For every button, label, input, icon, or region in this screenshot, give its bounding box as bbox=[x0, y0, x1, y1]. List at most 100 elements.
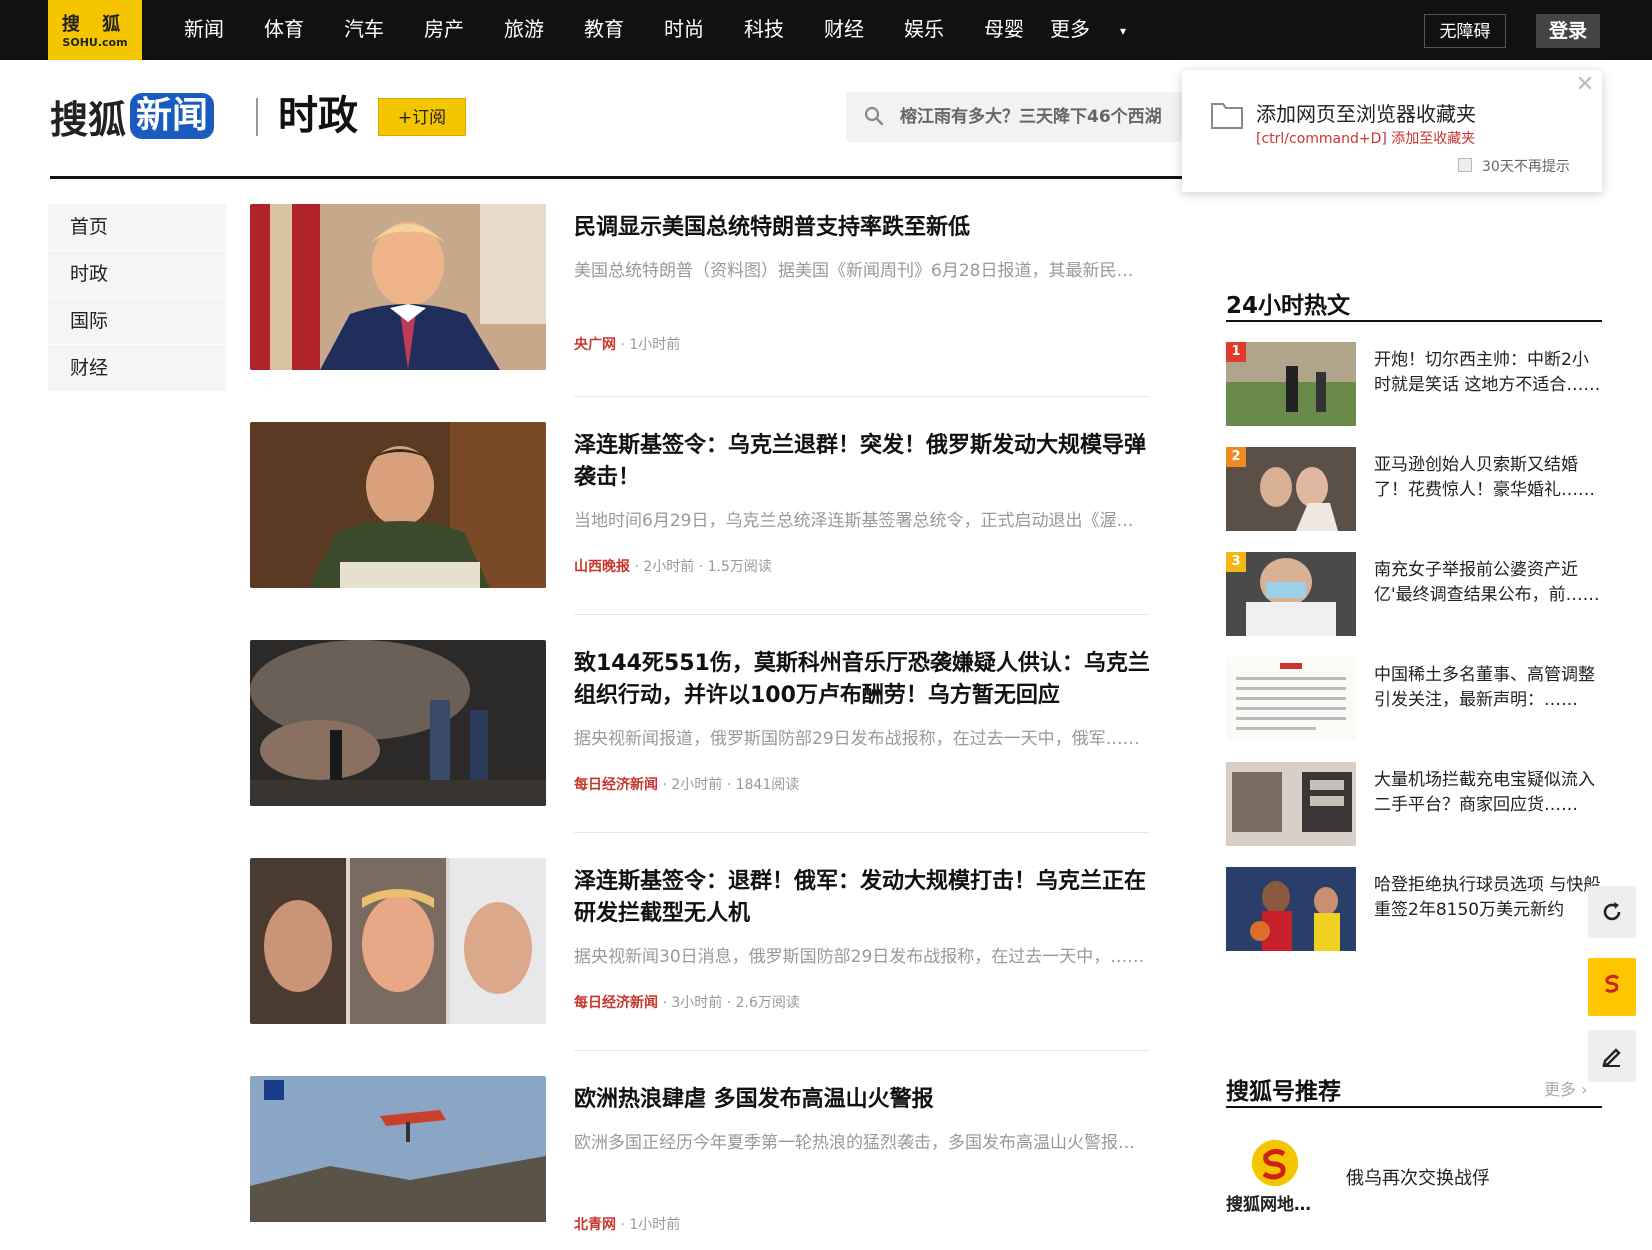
article-meta: 每日经济新闻 · 3小时前 · 2.6万阅读 bbox=[574, 992, 800, 1012]
hot-rank-badge: 1 bbox=[1226, 342, 1246, 362]
sohu-app-button[interactable] bbox=[1588, 958, 1636, 1016]
nav-baby[interactable]: 母婴 bbox=[968, 14, 1040, 44]
sidebar-item-home[interactable]: 首页 bbox=[48, 204, 226, 250]
refresh-button[interactable] bbox=[1588, 886, 1636, 938]
sohu-news-brand[interactable]: 搜狐 新闻 bbox=[50, 90, 215, 142]
hot-articles-rule bbox=[1226, 320, 1602, 322]
folder-icon bbox=[1211, 103, 1243, 129]
close-icon[interactable]: ✕ bbox=[1574, 74, 1596, 96]
nav-sports[interactable]: 体育 bbox=[248, 14, 320, 44]
sidebar-item-finance[interactable]: 财经 bbox=[48, 345, 226, 391]
article-title[interactable]: 民调显示美国总统特朗普支持率跌至新低 bbox=[574, 212, 1150, 244]
article-divider bbox=[574, 614, 1150, 615]
article-source[interactable]: 北青网 bbox=[574, 1217, 616, 1233]
hot-article-title[interactable]: 亚马逊创始人贝索斯又结婚了！花费惊人！豪华婚礼…… bbox=[1374, 453, 1602, 503]
section-sidebar: 首页 时政 国际 财经 bbox=[48, 204, 226, 392]
nav-news[interactable]: 新闻 bbox=[168, 14, 240, 44]
hot-article-thumbnail[interactable] bbox=[1226, 867, 1356, 951]
feedback-button[interactable] bbox=[1588, 1030, 1636, 1082]
hot-article-item: 1 开炮！切尔西主帅：中断2小时就是笑话 这地方不适合…… bbox=[1226, 342, 1602, 428]
article-source[interactable]: 央广网 bbox=[574, 337, 616, 353]
nav-auto[interactable]: 汽车 bbox=[328, 14, 400, 44]
article-card: 泽连斯基签令：乌克兰退群！突发！俄罗斯发动大规模导弹袭击！ 当地时间6月29日，… bbox=[250, 422, 1150, 596]
refresh-icon bbox=[1603, 902, 1621, 921]
hot-rank-badge: 3 bbox=[1226, 552, 1246, 572]
article-summary[interactable]: 欧洲多国正经历今年夏季第一轮热浪的猛烈袭击，多国发布高温山火警报…… bbox=[574, 1128, 1150, 1153]
nav-travel[interactable]: 旅游 bbox=[488, 14, 560, 44]
recommend-heading: 搜狐号推荐 bbox=[1226, 1079, 1341, 1105]
recommend-more-link[interactable]: 更多 › bbox=[1544, 1076, 1588, 1100]
article-summary[interactable]: 据央视新闻报道，俄罗斯国防部29日发布战报称，在过去一天中，俄军…… bbox=[574, 724, 1150, 749]
sidebar-item-international[interactable]: 国际 bbox=[48, 298, 226, 344]
hot-rank-badge: 2 bbox=[1226, 447, 1246, 467]
article-card: 泽连斯基签令：退群！俄军：发动大规模打击！乌克兰正在研发拦截型无人机 据央视新闻… bbox=[250, 858, 1150, 1032]
hot-article-thumbnail[interactable] bbox=[1226, 762, 1356, 846]
article-title[interactable]: 欧洲热浪肆虐 多国发布高温山火警报 bbox=[574, 1084, 1150, 1116]
article-divider bbox=[574, 396, 1150, 397]
recommend-article-link[interactable]: 俄乌再次交换战俘 bbox=[1346, 1164, 1490, 1190]
section-title[interactable]: 时政 bbox=[278, 90, 358, 142]
article-divider bbox=[574, 1050, 1150, 1051]
hot-article-title[interactable]: 大量机场拦截充电宝疑似流入二手平台？商家回应货…… bbox=[1374, 768, 1602, 818]
article-summary[interactable]: 当地时间6月29日，乌克兰总统泽连斯基签署总统令，正式启动退出《渥太华公约》…… bbox=[574, 506, 1150, 531]
article-source[interactable]: 每日经济新闻 bbox=[574, 995, 658, 1011]
logo-domain: SOHU.com bbox=[62, 36, 128, 49]
article-title[interactable]: 泽连斯基签令：乌克兰退群！突发！俄罗斯发动大规模导弹袭击！ bbox=[574, 430, 1150, 494]
dont-remind-label[interactable]: 30天不再提示 bbox=[1482, 156, 1570, 176]
article-thumbnail[interactable] bbox=[250, 204, 546, 370]
hot-article-title[interactable]: 哈登拒绝执行球员选项 与快船重签2年8150万美元新约 bbox=[1374, 873, 1602, 923]
accessibility-button[interactable]: 无障碍 bbox=[1424, 14, 1506, 48]
article-title[interactable]: 泽连斯基签令：退群！俄军：发动大规模打击！乌克兰正在研发拦截型无人机 bbox=[574, 866, 1150, 930]
logo-text: 搜 狐 bbox=[61, 14, 129, 35]
article-thumbnail[interactable] bbox=[250, 640, 546, 806]
article-meta: 每日经济新闻 · 2小时前 · 1841阅读 bbox=[574, 774, 799, 794]
article-source[interactable]: 每日经济新闻 bbox=[574, 777, 658, 793]
article-time: · 3小时前 · 2.6万阅读 bbox=[662, 995, 800, 1011]
article-thumbnail[interactable] bbox=[250, 858, 546, 1024]
article-meta: 央广网 · 1小时前 bbox=[574, 334, 680, 354]
account-name[interactable]: 搜狐网地… bbox=[1226, 1190, 1311, 1215]
brand-news-text: 新闻 bbox=[130, 93, 215, 139]
nav-house[interactable]: 房产 bbox=[408, 14, 480, 44]
hot-article-item: 中国稀土多名董事、高管调整引发关注，最新声明：…… bbox=[1226, 657, 1602, 743]
recommend-rule bbox=[1226, 1106, 1602, 1108]
article-time: · 2小时前 · 1.5万阅读 bbox=[634, 559, 772, 575]
sidebar-item-politics[interactable]: 时政 bbox=[48, 251, 226, 297]
article-thumbnail[interactable] bbox=[250, 422, 546, 588]
channel-nav: 新闻 体育 汽车 房产 旅游 教育 时尚 科技 财经 娱乐 母婴 更多 bbox=[168, 14, 1100, 44]
article-meta: 山西晚报 · 2小时前 · 1.5万阅读 bbox=[574, 556, 772, 576]
subscribe-button[interactable]: +订阅 bbox=[378, 98, 466, 136]
article-thumbnail[interactable] bbox=[250, 1076, 546, 1242]
hot-article-thumbnail[interactable] bbox=[1226, 657, 1356, 741]
top-navigation-bar: 搜 狐 SOHU.com 新闻 体育 汽车 房产 旅游 教育 时尚 科技 财经 … bbox=[0, 0, 1652, 60]
search-bar[interactable]: 榕江雨有多大？三天降下46个西湖 bbox=[846, 92, 1206, 142]
sohu-logo[interactable]: 搜 狐 SOHU.com bbox=[48, 0, 142, 60]
login-button[interactable]: 登录 bbox=[1536, 14, 1600, 48]
hot-article-title[interactable]: 开炮！切尔西主帅：中断2小时就是笑话 这地方不适合…… bbox=[1374, 348, 1602, 398]
hot-article-title[interactable]: 南充女子举报前公婆资产近亿'最终调查结果公布，前…… bbox=[1374, 558, 1602, 608]
nav-fashion[interactable]: 时尚 bbox=[648, 14, 720, 44]
article-card: 民调显示美国总统特朗普支持率跌至新低 美国总统特朗普（资料图）据美国《新闻周刊》… bbox=[250, 204, 1150, 378]
article-summary[interactable]: 美国总统特朗普（资料图）据美国《新闻周刊》6月28日报道，其最新民调…… bbox=[574, 256, 1150, 281]
article-card: 致144死551伤，莫斯科州音乐厅恐袭嫌疑人供认：乌克兰组织行动，并许以100万… bbox=[250, 640, 1150, 814]
nav-finance[interactable]: 财经 bbox=[808, 14, 880, 44]
article-title[interactable]: 致144死551伤，莫斯科州音乐厅恐袭嫌疑人供认：乌克兰组织行动，并许以100万… bbox=[574, 648, 1150, 712]
sohu-s-icon bbox=[1605, 974, 1619, 993]
article-summary[interactable]: 据央视新闻30日消息，俄罗斯国防部29日发布战报称，在过去一天中，…… bbox=[574, 942, 1150, 967]
hot-article-title[interactable]: 中国稀土多名董事、高管调整引发关注，最新声明：…… bbox=[1374, 663, 1602, 713]
chevron-down-icon[interactable]: ▾ bbox=[1120, 24, 1132, 38]
search-input[interactable]: 榕江雨有多大？三天降下46个西湖 bbox=[900, 92, 1162, 142]
dont-remind-checkbox[interactable] bbox=[1458, 158, 1472, 172]
nav-more[interactable]: 更多 bbox=[1048, 14, 1092, 44]
bookmark-title: 添加网页至浏览器收藏夹 bbox=[1256, 102, 1476, 126]
brand-divider bbox=[256, 98, 258, 136]
nav-tech[interactable]: 科技 bbox=[728, 14, 800, 44]
hot-article-item: 哈登拒绝执行球员选项 与快船重签2年8150万美元新约 bbox=[1226, 867, 1602, 953]
nav-entertainment[interactable]: 娱乐 bbox=[888, 14, 960, 44]
article-meta: 北青网 · 1小时前 bbox=[574, 1214, 680, 1234]
search-icon[interactable] bbox=[864, 106, 884, 126]
article-time: · 2小时前 · 1841阅读 bbox=[662, 777, 800, 793]
nav-education[interactable]: 教育 bbox=[568, 14, 640, 44]
article-source[interactable]: 山西晚报 bbox=[574, 559, 630, 575]
account-avatar[interactable] bbox=[1252, 1140, 1298, 1186]
